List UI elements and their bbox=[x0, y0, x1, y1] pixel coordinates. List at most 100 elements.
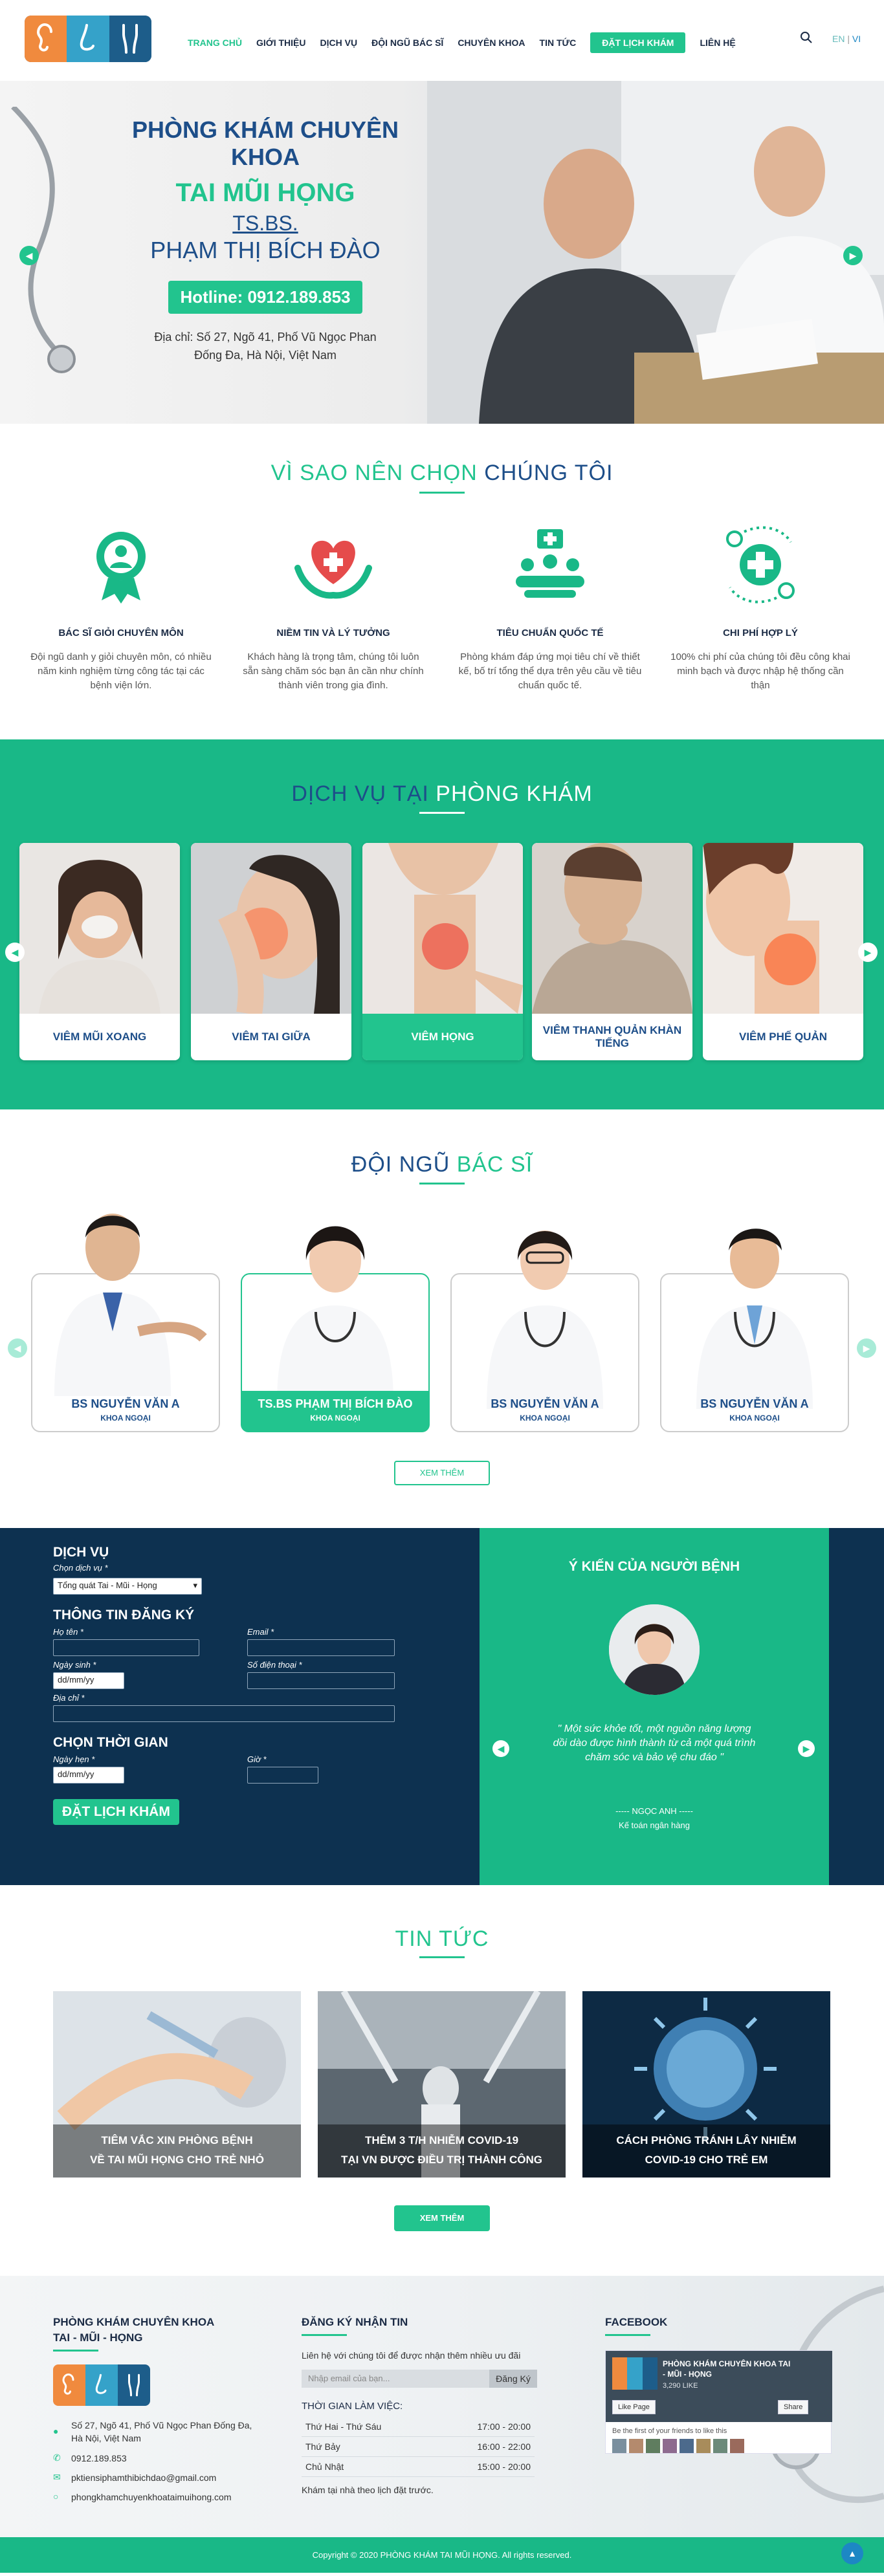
service-card[interactable]: VIÊM TAI GIỮA bbox=[191, 843, 351, 1060]
service-heading: DỊCH VỤ bbox=[53, 1545, 109, 1560]
services-next-arrow[interactable]: ▶ bbox=[858, 943, 878, 962]
doctor-dept: KHOA NGOẠI bbox=[729, 1414, 780, 1423]
nav-book-button[interactable]: ĐẶT LỊCH KHÁM bbox=[590, 32, 686, 53]
nav-specialties[interactable]: CHUYÊN KHOA bbox=[458, 38, 525, 48]
back-to-top-button[interactable]: ▲ bbox=[841, 2542, 863, 2564]
testimonial-next-arrow[interactable]: ▶ bbox=[798, 1740, 815, 1757]
service-label: VIÊM MŨI XOANG bbox=[52, 1031, 147, 1043]
address-label: Địa chỉ * bbox=[53, 1693, 85, 1703]
doctors-more-button[interactable]: XEM THÊM bbox=[394, 1461, 490, 1485]
nav-contact[interactable]: LIÊN HỆ bbox=[700, 38, 735, 48]
lang-vi[interactable]: VI bbox=[852, 34, 861, 44]
service-select[interactable]: Tổng quát Tai - Mũi - Họng ▾ bbox=[53, 1578, 202, 1595]
why-item-expertise: BÁC SĨ GIỎI CHUYÊN MÔN Đội ngũ danh y gi… bbox=[27, 523, 215, 693]
site-header: TRANG CHỦ GIỚI THIỆU DỊCH VỤ ĐỘI NGŨ BÁC… bbox=[0, 0, 884, 81]
testimonial-prev-arrow[interactable]: ◀ bbox=[492, 1740, 509, 1757]
service-image bbox=[703, 843, 863, 1014]
footer-newsletter: ĐĂNG KÝ NHẬN TIN Liên hệ với chúng tôi đ… bbox=[302, 2316, 541, 2495]
doctor-label: TS.BS PHẠM THỊ BÍCH ĐÀO KHOA NGOẠI bbox=[241, 1391, 430, 1432]
globe-icon: ○ bbox=[53, 2491, 59, 2502]
why-item-trust: NIỀM TIN VÀ LÝ TƯỞNG Khách hàng là trọng… bbox=[239, 523, 427, 693]
site-footer: PHÒNG KHÁM CHUYÊN KHOA TAI - MŨI - HỌNG … bbox=[0, 2276, 884, 2573]
patient-avatar bbox=[609, 1604, 700, 1695]
newsletter-email-input[interactable]: Nhập email của bạn... bbox=[302, 2370, 489, 2388]
nose-icon bbox=[67, 16, 109, 62]
nav-services[interactable]: DỊCH VỤ bbox=[320, 38, 358, 48]
footer-phone[interactable]: 0912.189.853 bbox=[71, 2453, 127, 2463]
doctor-photo bbox=[670, 1215, 839, 1409]
footer-address: Số 27, Ngõ 41, Phố Vũ Ngọc Phan Đống Đa,… bbox=[71, 2420, 252, 2443]
lang-en[interactable]: EN bbox=[832, 34, 845, 44]
phone-input[interactable] bbox=[247, 1672, 395, 1689]
doctors-next-arrow[interactable]: ▶ bbox=[857, 1338, 876, 1358]
phone-icon: ✆ bbox=[53, 2452, 61, 2463]
clinic-logo[interactable] bbox=[25, 16, 151, 62]
doctor-name: BS NGUYỄN VĂN A bbox=[700, 1397, 809, 1410]
dob-input[interactable]: dd/mm/yy bbox=[53, 1672, 124, 1689]
hero-prev-arrow[interactable]: ◀ bbox=[19, 246, 39, 265]
facebook-share-button[interactable]: Share bbox=[778, 2400, 809, 2414]
search-icon[interactable] bbox=[800, 31, 813, 47]
news-card[interactable]: CÁCH PHÒNG TRÁNH LÂY NHIỄM COVID-19 CHO … bbox=[582, 1991, 830, 2178]
news-card[interactable]: TIÊM VẮC XIN PHÒNG BỆNH VỀ TAI MŨI HỌNG … bbox=[53, 1991, 301, 2178]
facebook-like-button[interactable]: Like Page bbox=[612, 2400, 656, 2414]
address-input[interactable] bbox=[53, 1705, 395, 1722]
why-item-title: BÁC SĨ GIỎI CHUYÊN MÔN bbox=[58, 628, 184, 639]
email-input[interactable] bbox=[247, 1639, 395, 1656]
footer-website[interactable]: phongkhamchuyenkhoataimuihong.com bbox=[71, 2492, 232, 2502]
footer-logo bbox=[53, 2364, 150, 2406]
hero-line-3: TS.BS. bbox=[232, 212, 298, 235]
doctors-prev-arrow[interactable]: ◀ bbox=[8, 1338, 27, 1358]
newsletter-subscribe-button[interactable]: Đăng Ký bbox=[489, 2370, 537, 2388]
footer-address-row: ● Số 27, Ngõ 41, Phố Vũ Ngọc Phan Đống Đa… bbox=[53, 2419, 286, 2445]
news-card[interactable]: THÊM 3 T/H NHIỄM COVID-19 TẠI VN ĐƯỢC ĐI… bbox=[318, 1991, 566, 2178]
services-section: DỊCH VỤ TẠI PHÒNG KHÁM VIÊM MŨI XOANG VI… bbox=[0, 739, 884, 1109]
phone-label: Số điện thoại * bbox=[247, 1660, 302, 1670]
news-caption-line-2: TẠI VN ĐƯỢC ĐIỀU TRỊ THÀNH CÔNG bbox=[341, 2154, 542, 2166]
service-card[interactable]: VIÊM THANH QUẢN KHÀN TIẾNG bbox=[532, 843, 692, 1060]
why-item-title: CHI PHÍ HỢP LÝ bbox=[723, 628, 798, 639]
hero-text: PHÒNG KHÁM CHUYÊN KHOA TAI MŨI HỌNG TS.B… bbox=[97, 116, 434, 364]
why-item-desc: Đội ngũ danh y giỏi chuyên môn, có nhiều… bbox=[30, 651, 212, 691]
why-title-b: CHỌN bbox=[410, 461, 485, 485]
why-item-desc: 100% chi phí của chúng tôi đều công khai… bbox=[670, 651, 850, 691]
hour-input[interactable] bbox=[247, 1767, 318, 1784]
doctors-title-a: ĐỘI NGŨ bbox=[351, 1152, 457, 1177]
facebook-widget[interactable]: PHÒNG KHÁM CHUYÊN KHOA TAI - MŨI - HỌNG … bbox=[605, 2350, 832, 2454]
facebook-friends-text: Be the first of your friends to like thi… bbox=[612, 2427, 727, 2435]
appointment-date-input[interactable]: dd/mm/yy bbox=[53, 1767, 124, 1784]
why-title-a: VÌ SAO NÊN bbox=[271, 461, 410, 485]
newsletter-heading: ĐĂNG KÝ NHẬN TIN bbox=[302, 2316, 408, 2328]
ear-icon bbox=[25, 16, 67, 62]
services-title-underline bbox=[419, 812, 465, 814]
services-prev-arrow[interactable]: ◀ bbox=[5, 943, 25, 962]
hero-next-arrow[interactable]: ▶ bbox=[843, 246, 863, 265]
nav-home[interactable]: TRANG CHỦ bbox=[188, 38, 242, 48]
main-nav: TRANG CHỦ GIỚI THIỆU DỊCH VỤ ĐỘI NGŨ BÁC… bbox=[188, 32, 750, 53]
submit-booking-button[interactable]: ĐẶT LỊCH KHÁM bbox=[53, 1799, 179, 1825]
heart-hands-icon bbox=[291, 523, 375, 607]
facebook-page-name: PHÒNG KHÁM CHUYÊN KHOA TAI - MŨI - HỌNG bbox=[663, 2359, 791, 2379]
why-item-title: TIÊU CHUẨN QUỐC TẾ bbox=[496, 628, 604, 639]
name-input[interactable] bbox=[53, 1639, 199, 1656]
news-more-button[interactable]: XEM THÊM bbox=[394, 2205, 490, 2231]
stethoscope-image bbox=[0, 105, 78, 391]
service-card[interactable]: VIÊM PHẾ QUẢN bbox=[703, 843, 863, 1060]
testimonial-panel: Ý KIẾN CỦA NGƯỜI BỆNH " Một sức khỏe tốt… bbox=[480, 1528, 829, 1885]
doctor-dept: KHOA NGOẠI bbox=[520, 1414, 570, 1423]
hours-row: Thứ Bảy 16:00 - 22:00 bbox=[302, 2436, 535, 2457]
registration-heading: THÔNG TIN ĐĂNG KÝ bbox=[53, 1608, 195, 1622]
service-card[interactable]: VIÊM HỌNG bbox=[362, 843, 523, 1060]
nav-doctors[interactable]: ĐỘI NGŨ BÁC SĨ bbox=[371, 38, 443, 48]
footer-clinic-name-1: PHÒNG KHÁM CHUYÊN KHOA bbox=[53, 2316, 215, 2328]
news-caption: THÊM 3 T/H NHIỄM COVID-19 TẠI VN ĐƯỢC ĐI… bbox=[318, 2124, 566, 2178]
nav-news[interactable]: TIN TỨC bbox=[540, 38, 577, 48]
hotline-button[interactable]: Hotline: 0912.189.853 bbox=[168, 281, 362, 314]
doctor-dept: KHOA NGOẠI bbox=[100, 1414, 151, 1423]
service-card[interactable]: VIÊM MŨI XOANG bbox=[19, 843, 180, 1060]
facebook-page-logo bbox=[612, 2357, 657, 2390]
hero-banner: PHÒNG KHÁM CHUYÊN KHOA TAI MŨI HỌNG TS.B… bbox=[0, 81, 884, 424]
nav-about[interactable]: GIỚI THIỆU bbox=[256, 38, 306, 48]
footer-email[interactable]: pktiensiphamthibichdao@gmail.com bbox=[71, 2472, 216, 2483]
medical-team-icon bbox=[508, 523, 592, 607]
